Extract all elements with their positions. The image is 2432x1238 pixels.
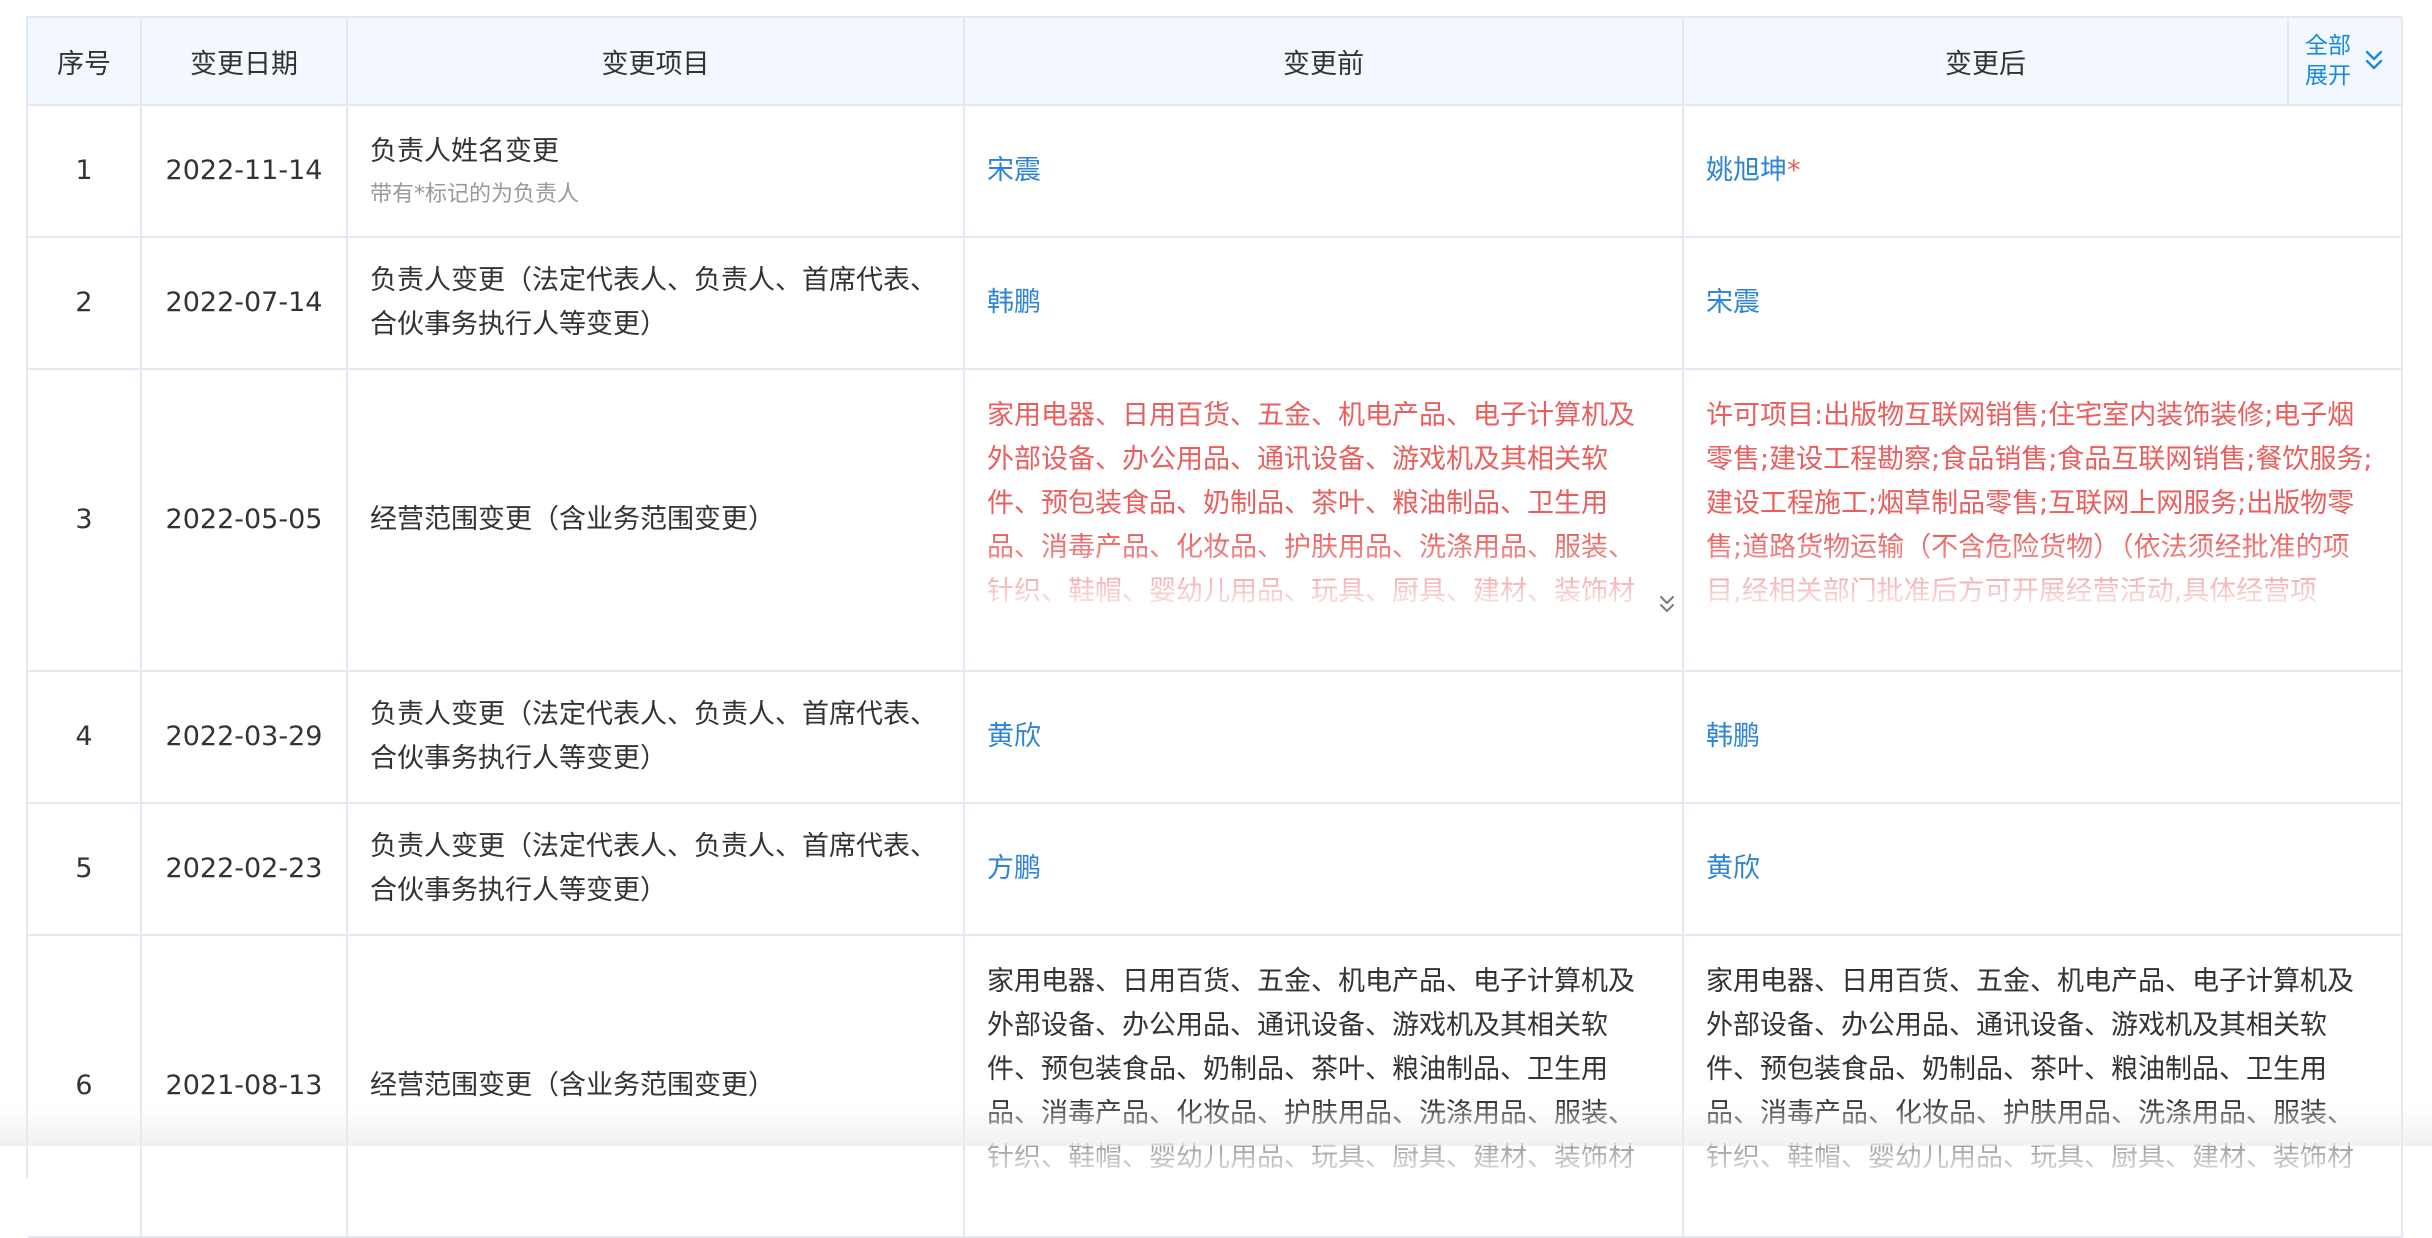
row-date: 2022-02-23: [141, 803, 348, 936]
table-row: 2 2022-07-14 负责人变更（法定代表人、负责人、首席代表、合伙事务执行…: [28, 237, 2403, 370]
header-after: 变更后: [1683, 18, 2289, 106]
row-no: 5: [28, 803, 142, 936]
row-before: 方鹏: [964, 803, 1684, 936]
row-item: 负责人变更（法定代表人、负责人、首席代表、合伙事务执行人等变更）: [347, 671, 965, 804]
responsible-person-mark: *: [1787, 155, 1801, 186]
person-link[interactable]: 韩鹏: [1706, 721, 1760, 752]
header-item: 变更项目: [347, 18, 965, 106]
row-item-text: 负责人姓名变更: [370, 136, 559, 167]
table-row: 3 2022-05-05 经营范围变更（含业务范围变更） 家用电器、日用百货、五…: [28, 369, 2403, 672]
row-date: 2022-05-05: [141, 369, 348, 672]
header-before: 变更前: [964, 18, 1684, 106]
row-before: 黄欣: [964, 671, 1684, 804]
person-link[interactable]: 方鹏: [987, 853, 1041, 884]
row-no: 3: [28, 369, 142, 672]
row-expand-button[interactable]: [1652, 590, 1682, 620]
header-date: 变更日期: [141, 18, 348, 106]
expand-all-label-line1: 全部: [2305, 33, 2351, 59]
header-no: 序号: [28, 18, 142, 106]
row-after: 宋震: [1683, 237, 2403, 370]
row-before: 宋震: [964, 105, 1684, 238]
person-link[interactable]: 韩鹏: [987, 287, 1041, 318]
change-records-table: 序号 变更日期 变更项目 变更前 变更后 全部 展开 1 2022-11-14 …: [26, 16, 2403, 1238]
table-row: 1 2022-11-14 负责人姓名变更 带有*标记的为负责人 宋震 姚旭坤*: [28, 105, 2403, 238]
person-link[interactable]: 姚旭坤: [1706, 155, 1787, 186]
row-no: 4: [28, 671, 142, 804]
expand-all-label-line2: 展开: [2305, 63, 2351, 89]
row-after: 许可项目:出版物互联网销售;住宅室内装饰装修;电子烟零售;建设工程勘察;食品销售…: [1683, 369, 2403, 672]
expand-all-label: 全部 展开: [2305, 31, 2355, 91]
row-item: 经营范围变更（含业务范围变更）: [347, 369, 965, 672]
row-no: 2: [28, 237, 142, 370]
person-link[interactable]: 宋震: [987, 155, 1041, 186]
row-date: 2022-11-14: [141, 105, 348, 238]
row-after: 姚旭坤*: [1683, 105, 2403, 238]
row-item: 经营范围变更（含业务范围变更）: [347, 935, 965, 1238]
row-no: 6: [28, 935, 142, 1238]
row-date: 2022-03-29: [141, 671, 348, 804]
double-chevron-down-icon: [2365, 50, 2383, 70]
table-row: 6 2021-08-13 经营范围变更（含业务范围变更） 家用电器、日用百货、五…: [28, 935, 2403, 1238]
row-after: 家用电器、日用百货、五金、机电产品、电子计算机及外部设备、办公用品、通讯设备、游…: [1683, 935, 2403, 1238]
person-link[interactable]: 宋震: [1706, 287, 1760, 318]
double-chevron-down-icon: [1660, 596, 1674, 612]
row-item: 负责人变更（法定代表人、负责人、首席代表、合伙事务执行人等变更）: [347, 803, 965, 936]
row-after: 韩鹏: [1683, 671, 2403, 804]
person-link[interactable]: 黄欣: [987, 721, 1041, 752]
row-item: 负责人姓名变更 带有*标记的为负责人: [347, 105, 965, 238]
header-expand-all: 全部 展开: [2288, 18, 2403, 106]
row-before: 家用电器、日用百货、五金、机电产品、电子计算机及外部设备、办公用品、通讯设备、游…: [964, 369, 1684, 672]
row-before: 家用电器、日用百货、五金、机电产品、电子计算机及外部设备、办公用品、通讯设备、游…: [964, 935, 1684, 1238]
row-item: 负责人变更（法定代表人、负责人、首席代表、合伙事务执行人等变更）: [347, 237, 965, 370]
table-row: 4 2022-03-29 负责人变更（法定代表人、负责人、首席代表、合伙事务执行…: [28, 671, 2403, 804]
scope-text-collapsed: 家用电器、日用百货、五金、机电产品、电子计算机及外部设备、办公用品、通讯设备、游…: [987, 960, 1660, 1180]
table-row: 5 2022-02-23 负责人变更（法定代表人、负责人、首席代表、合伙事务执行…: [28, 803, 2403, 936]
row-date: 2021-08-13: [141, 935, 348, 1238]
scope-text-collapsed: 许可项目:出版物互联网销售;住宅室内装饰装修;电子烟零售;建设工程勘察;食品销售…: [1706, 394, 2379, 614]
table-header-row: 序号 变更日期 变更项目 变更前 变更后 全部 展开: [28, 18, 2403, 106]
scope-text-collapsed: 家用电器、日用百货、五金、机电产品、电子计算机及外部设备、办公用品、通讯设备、游…: [1706, 960, 2379, 1180]
row-item-note: 带有*标记的为负责人: [370, 182, 580, 207]
row-date: 2022-07-14: [141, 237, 348, 370]
row-after: 黄欣: [1683, 803, 2403, 936]
person-link[interactable]: 黄欣: [1706, 853, 1760, 884]
row-before: 韩鹏: [964, 237, 1684, 370]
expand-all-button[interactable]: 全部 展开: [2289, 31, 2401, 91]
scope-text-collapsed: 家用电器、日用百货、五金、机电产品、电子计算机及外部设备、办公用品、通讯设备、游…: [987, 394, 1660, 614]
row-no: 1: [28, 105, 142, 238]
